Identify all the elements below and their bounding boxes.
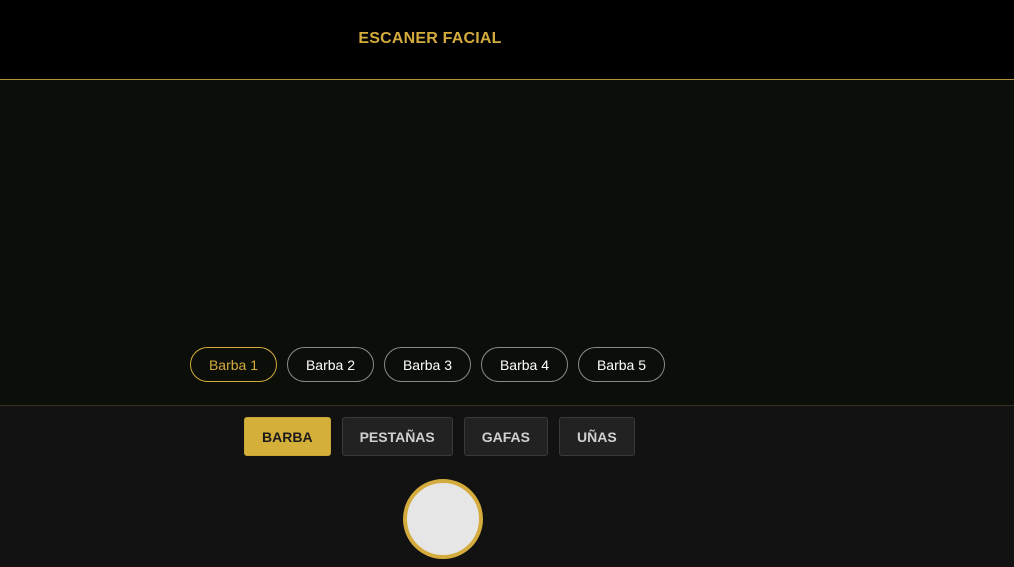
tab-unas[interactable]: UÑAS — [559, 417, 635, 456]
tab-gafas[interactable]: GAFAS — [463, 417, 548, 456]
capture-button[interactable] — [403, 479, 483, 559]
camera-preview: Barba 1 Barba 2 Barba 3 Barba 4 Barba 5 — [0, 80, 1014, 406]
variant-barba-4[interactable]: Barba 4 — [481, 347, 568, 382]
face-scanner-app: ESCANER FACIAL Barba 1 Barba 2 Barba 3 B… — [0, 0, 1014, 567]
page-title: ESCANER FACIAL — [358, 30, 502, 47]
variant-barba-1[interactable]: Barba 1 — [190, 347, 277, 382]
app-header: ESCANER FACIAL — [0, 0, 1014, 80]
tab-pestanas[interactable]: PESTAÑAS — [341, 417, 453, 456]
tab-barba[interactable]: BARBA — [244, 417, 331, 456]
variant-barba-5[interactable]: Barba 5 — [578, 347, 665, 382]
category-tabs: BARBA PESTAÑAS GAFAS UÑAS — [244, 417, 635, 456]
variant-barba-3[interactable]: Barba 3 — [384, 347, 471, 382]
variant-barba-2[interactable]: Barba 2 — [287, 347, 374, 382]
variant-selector: Barba 1 Barba 2 Barba 3 Barba 4 Barba 5 — [190, 347, 665, 382]
